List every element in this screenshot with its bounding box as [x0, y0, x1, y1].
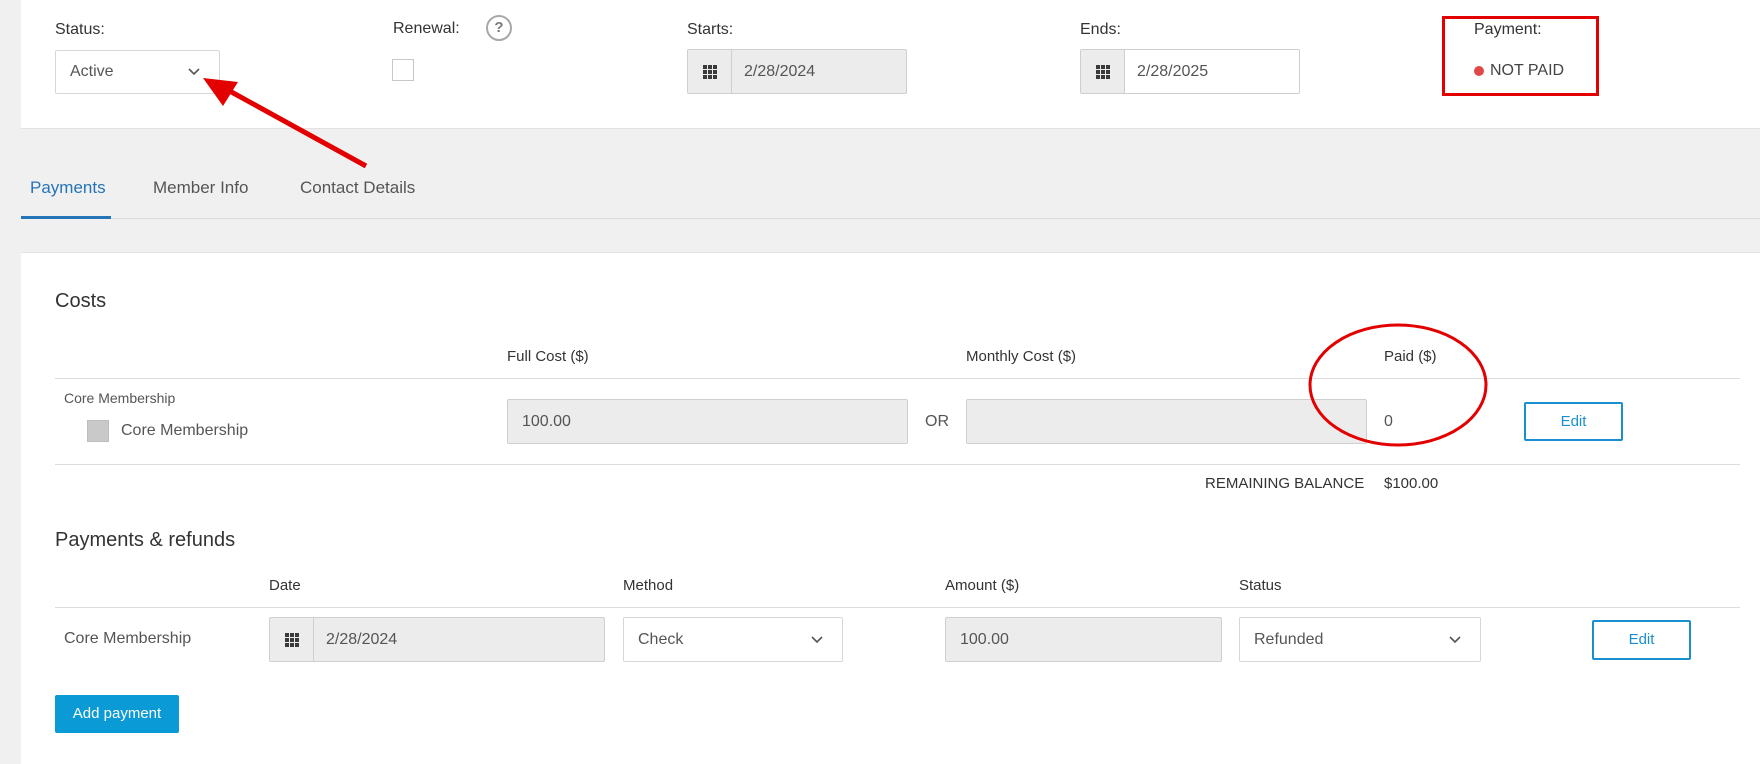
tab-member-info[interactable]: Member Info: [153, 178, 248, 198]
tab-contact-details[interactable]: Contact Details: [300, 178, 415, 198]
status-select-value: Active: [70, 63, 114, 80]
monthly-cost-header: Monthly Cost ($): [966, 348, 1077, 365]
payment-amount-input[interactable]: 100.00: [945, 617, 1222, 662]
monthly-cost-input[interactable]: [966, 399, 1367, 444]
status-header: Status: [1239, 577, 1282, 594]
renewal-checkbox[interactable]: [392, 59, 414, 81]
method-header: Method: [623, 577, 674, 594]
chevron-down-icon: [811, 635, 823, 643]
full-cost-header: Full Cost ($): [507, 348, 589, 365]
payment-method-value: Check: [638, 630, 684, 648]
chevron-down-icon: [1449, 635, 1461, 643]
paid-value: 0: [1384, 413, 1393, 430]
help-icon[interactable]: ?: [486, 15, 512, 41]
payment-date-value: 2/28/2024: [326, 630, 398, 648]
payments-refunds-title: Payments & refunds: [55, 529, 236, 551]
paid-header: Paid ($): [1384, 348, 1437, 365]
cost-item-label: Core Membership: [121, 422, 249, 439]
renewal-label: Renewal:: [393, 20, 460, 37]
payments-panel: [21, 252, 1760, 764]
ends-date-value: 2/28/2025: [1137, 62, 1209, 80]
calendar-grid-icon[interactable]: [688, 50, 732, 93]
payment-status-value: Refunded: [1254, 630, 1324, 648]
cost-item-checkbox[interactable]: [87, 420, 109, 442]
payment-status-select[interactable]: Refunded: [1239, 617, 1481, 662]
status-label: Status:: [55, 21, 105, 38]
chevron-down-icon: [188, 68, 200, 76]
starts-label: Starts:: [687, 21, 734, 38]
or-label: OR: [925, 413, 949, 430]
annotation-highlight-box: [1442, 16, 1599, 96]
costs-row-divider: [55, 464, 1740, 465]
payment-method-select[interactable]: Check: [623, 617, 843, 662]
starts-date-value: 2/28/2024: [744, 62, 816, 80]
payment-date-input[interactable]: 2/28/2024: [269, 617, 605, 662]
payment-row-name: Core Membership: [64, 630, 192, 647]
remaining-balance-value: $100.00: [1384, 475, 1439, 492]
costs-title: Costs: [55, 290, 107, 312]
calendar-grid-icon[interactable]: [1081, 50, 1125, 93]
ends-date-input[interactable]: 2/28/2025: [1080, 49, 1300, 94]
payments-header-divider: [55, 607, 1740, 608]
cost-edit-button[interactable]: Edit: [1524, 402, 1623, 441]
full-cost-value: 100.00: [522, 412, 571, 430]
add-payment-button[interactable]: Add payment: [55, 695, 179, 733]
full-cost-input[interactable]: 100.00: [507, 399, 908, 444]
tabs-divider: [21, 218, 1760, 219]
cost-group-label: Core Membership: [64, 390, 176, 406]
remaining-balance-label: REMAINING BALANCE: [1205, 475, 1365, 492]
starts-date-input[interactable]: 2/28/2024: [687, 49, 907, 94]
date-header: Date: [269, 577, 301, 594]
payment-amount-value: 100.00: [960, 630, 1009, 648]
active-tab-indicator: [21, 216, 111, 219]
amount-header: Amount ($): [945, 577, 1020, 594]
payment-edit-button[interactable]: Edit: [1592, 620, 1691, 660]
tab-payments[interactable]: Payments: [30, 178, 106, 198]
ends-label: Ends:: [1080, 21, 1121, 38]
calendar-grid-icon[interactable]: [270, 618, 314, 661]
costs-header-divider: [55, 378, 1740, 379]
status-select[interactable]: Active: [55, 50, 220, 94]
